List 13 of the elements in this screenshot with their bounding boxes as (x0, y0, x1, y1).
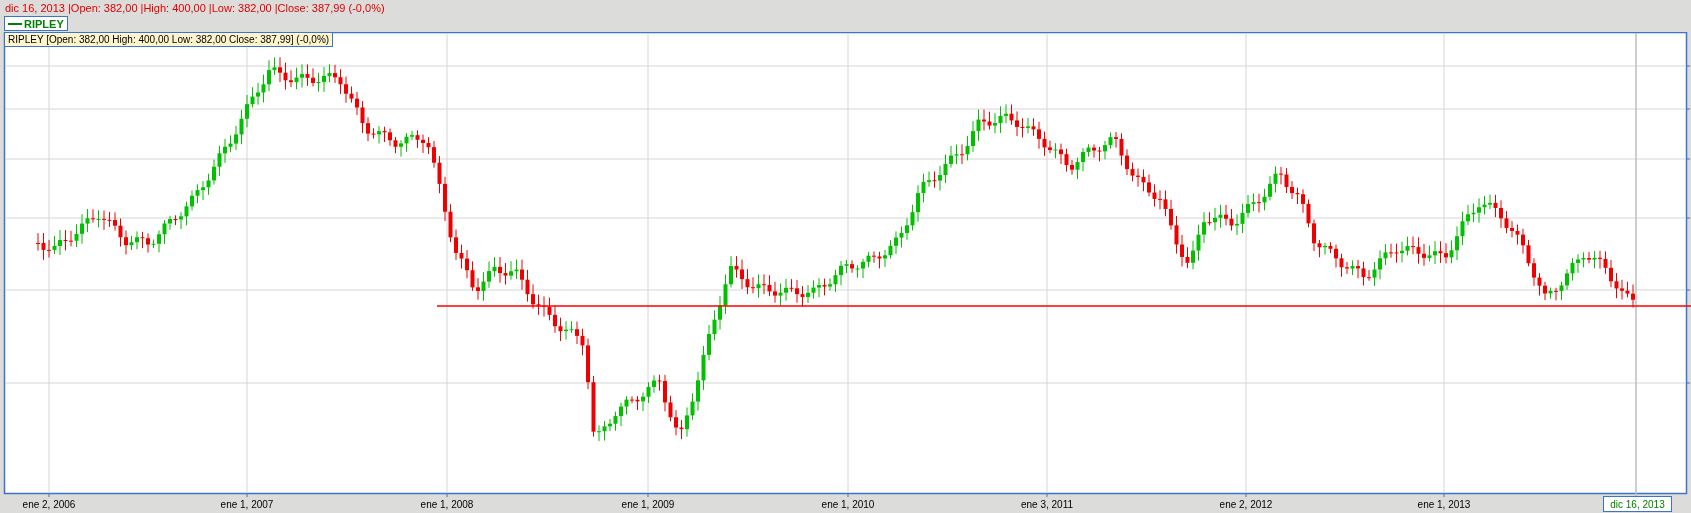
axis-label: ene 1, 2008 (420, 499, 474, 510)
tooltip: RIPLEY [Open: 382,00 High: 400,00 Low: 382,00 Close: 387,99] (-0,0%) (4, 32, 334, 47)
axis-label: ene 1, 2013 (1417, 499, 1471, 510)
line-icon (8, 21, 22, 26)
axis-label: ene 3, 2011 (1020, 499, 1074, 510)
legend-label: RIPLEY (24, 17, 64, 30)
axis-label: ene 1, 2010 (821, 499, 875, 510)
axis-label: ene 2, 2006 (22, 499, 76, 510)
axis-label: ene 2, 2012 (1219, 499, 1273, 510)
axis-label: ene 1, 2007 (220, 499, 274, 510)
axis-label: ene 1, 2009 (621, 499, 675, 510)
cursor-date-label: dic 16, 2013 (1603, 496, 1672, 512)
price-summary: dic 16, 2013 |Open: 382,00 |High: 400,00 |Low: 382,00 |Close: 387,99 (-0,0%) (5, 1, 385, 14)
